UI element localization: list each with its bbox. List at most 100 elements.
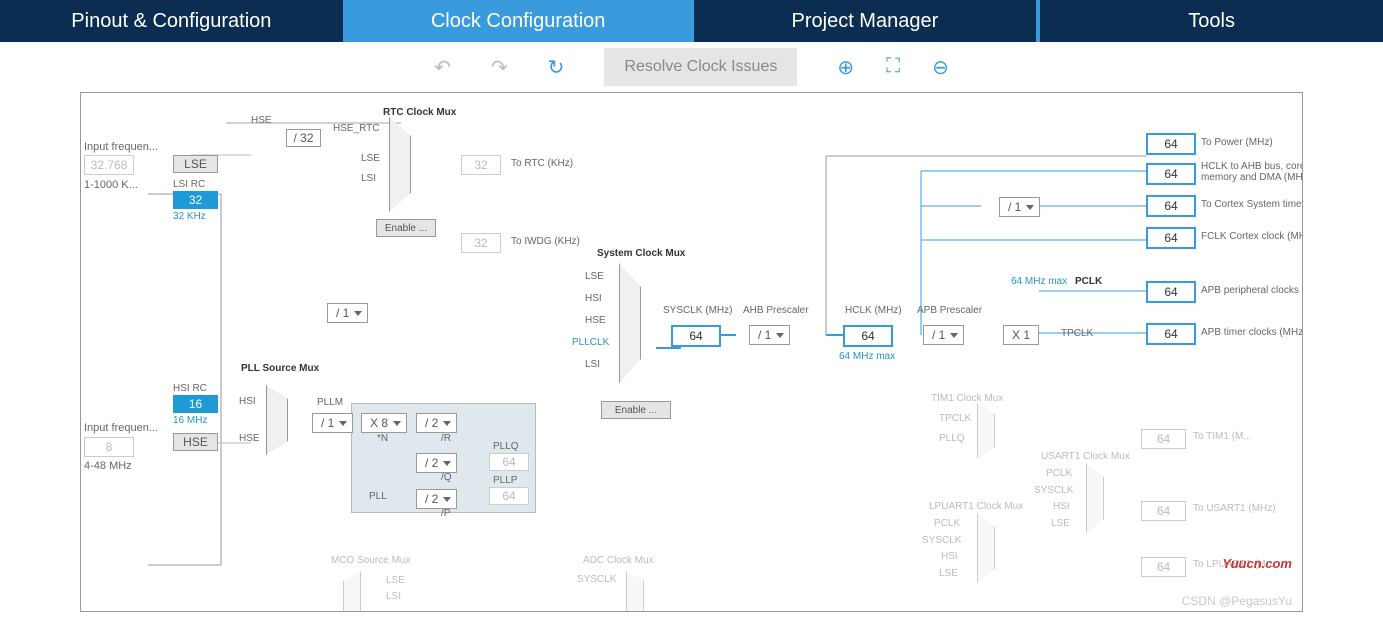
tab-project[interactable]: Project Manager bbox=[690, 0, 1037, 42]
apb-prescaler[interactable]: / 1 bbox=[923, 325, 964, 345]
out-apb-t[interactable]: 64 bbox=[1146, 323, 1196, 345]
pll-source-mux[interactable] bbox=[266, 385, 288, 455]
out-apb-p-lbl: APB peripheral clocks (MHz) bbox=[1201, 285, 1303, 296]
ahb-pre-label: AHB Prescaler bbox=[743, 305, 809, 316]
pllm-div[interactable]: / 1 bbox=[312, 413, 353, 433]
lp-lse: LSE bbox=[939, 568, 958, 579]
pre-sys-div[interactable]: / 1 bbox=[327, 303, 368, 323]
out-cortex[interactable]: 64 bbox=[1146, 195, 1196, 217]
lp-hsi: HSI bbox=[941, 551, 958, 562]
hse-div32: / 32 bbox=[286, 129, 321, 147]
to-rtc-label: To RTC (KHz) bbox=[511, 158, 573, 169]
enable-css-rtc[interactable]: Enable ... bbox=[376, 219, 436, 237]
usart-sysclk: SYSCLK bbox=[1034, 485, 1073, 496]
sys-hsi: HSI bbox=[585, 293, 602, 304]
adc-mux-title: ADC Clock Mux bbox=[583, 555, 654, 566]
enable-css-sys[interactable]: Enable ... bbox=[601, 401, 671, 419]
hsi-mhz: 16 MHz bbox=[173, 415, 207, 426]
hsi-block: 16 bbox=[173, 395, 218, 413]
pll-label: PLL bbox=[369, 491, 387, 502]
hclk-value[interactable]: 64 bbox=[843, 325, 893, 347]
input-freq-label-1: Input frequen... bbox=[84, 141, 158, 153]
to-usart1: To USART1 (MHz) bbox=[1193, 503, 1276, 514]
undo-icon[interactable]: ↶ bbox=[434, 55, 451, 80]
rtc-out: 32 bbox=[461, 155, 501, 175]
out-power-lbl: To Power (MHz) bbox=[1201, 137, 1273, 148]
out-ahb-lbl: HCLK to AHB bus, core, memory and DMA (M… bbox=[1201, 161, 1303, 183]
pll-p-label: /P bbox=[441, 508, 450, 519]
adc-mux bbox=[626, 571, 644, 612]
rtc-lsi-label: LSI bbox=[361, 173, 376, 184]
pllp-label: PLLP bbox=[493, 475, 517, 486]
out-fclk-lbl: FCLK Cortex clock (MHz) bbox=[1201, 231, 1303, 242]
to-iwdg-label: To IWDG (KHz) bbox=[511, 236, 580, 247]
mco-mux-title: MCO Source Mux bbox=[331, 555, 410, 566]
hclk-max: 64 MHz max bbox=[839, 351, 895, 362]
lsi-rc-label: LSI RC bbox=[173, 179, 205, 190]
lsi-khz: 32 KHz bbox=[173, 211, 206, 222]
usart1-out: 64 bbox=[1141, 501, 1186, 521]
watermark-csdn: CSDN @PegasusYu bbox=[1182, 594, 1292, 608]
sys-hse: HSE bbox=[585, 315, 606, 326]
usart-pclk: PCLK bbox=[1046, 468, 1072, 479]
tim1-pllq: PLLQ bbox=[939, 433, 965, 444]
hsi-rc-label: HSI RC bbox=[173, 383, 207, 394]
pllm-label: PLLM bbox=[317, 397, 343, 408]
lpuart1-mux bbox=[977, 513, 995, 583]
pll-n-label: *N bbox=[377, 433, 388, 444]
rtc-lse-label: LSE bbox=[361, 153, 380, 164]
rtc-mux-title: RTC Clock Mux bbox=[383, 107, 456, 118]
tab-pinout[interactable]: Pinout & Configuration bbox=[0, 0, 343, 42]
clock-canvas: Input frequen... 32.768 1-1000 K... Inpu… bbox=[80, 92, 1303, 612]
tim1-mux bbox=[977, 403, 995, 458]
hse-range: 4-48 MHz bbox=[84, 460, 132, 472]
system-clock-mux[interactable] bbox=[619, 263, 641, 383]
out-fclk[interactable]: 64 bbox=[1146, 227, 1196, 249]
pll-q-label: /Q bbox=[441, 472, 452, 483]
lse-freq-input[interactable]: 32.768 bbox=[84, 155, 134, 175]
pll-src-title: PLL Source Mux bbox=[241, 363, 319, 374]
out-ahb[interactable]: 64 bbox=[1146, 163, 1196, 185]
usart1-mux-title: USART1 Clock Mux bbox=[1041, 451, 1130, 462]
to-tim1: To TIM1 (M... bbox=[1193, 431, 1252, 442]
lp-pclk: PCLK bbox=[934, 518, 960, 529]
sysclk-label: SYSCLK (MHz) bbox=[663, 305, 732, 316]
ahb-prescaler[interactable]: / 1 bbox=[749, 325, 790, 345]
resolve-clock-button[interactable]: Resolve Clock Issues bbox=[604, 48, 797, 86]
hse-freq-input[interactable]: 8 bbox=[84, 437, 134, 457]
hse-rtc-label: HSE_RTC bbox=[333, 123, 380, 134]
mco-lse: LSE bbox=[386, 575, 405, 586]
usart1-mux bbox=[1086, 463, 1104, 533]
lpuart1-mux-title: LPUART1 Clock Mux bbox=[929, 501, 1023, 512]
pllp-out: 64 bbox=[489, 487, 529, 505]
out-apb-t-lbl: APB timer clocks (MHz) bbox=[1201, 327, 1303, 338]
tab-clock[interactable]: Clock Configuration bbox=[343, 0, 690, 42]
rtc-mux[interactable] bbox=[389, 117, 411, 212]
hse-block: HSE bbox=[173, 433, 218, 451]
cortex-div[interactable]: / 1 bbox=[999, 197, 1040, 217]
tpclk-label: TPCLK bbox=[1061, 328, 1093, 339]
sys-pllclk: PLLCLK bbox=[572, 337, 609, 348]
pll-r-div[interactable]: / 2 bbox=[416, 413, 457, 433]
watermark-site: Yuucn.com bbox=[1222, 556, 1292, 571]
zoom-in-icon[interactable]: ⊕ bbox=[837, 55, 854, 80]
sysclk-value[interactable]: 64 bbox=[671, 325, 721, 347]
pll-n[interactable]: X 8 bbox=[361, 413, 407, 433]
lsi-block: 32 bbox=[173, 191, 218, 209]
tab-tools[interactable]: Tools bbox=[1036, 0, 1383, 42]
reset-icon[interactable]: ↻ bbox=[548, 55, 565, 80]
usart-hsi: HSI bbox=[1053, 501, 1070, 512]
lse-range: 1-1000 K... bbox=[84, 179, 138, 191]
usart-lse: LSE bbox=[1051, 518, 1070, 529]
tim1-tpclk: TPCLK bbox=[939, 413, 971, 424]
sys-lse: LSE bbox=[585, 271, 604, 282]
pll-p-div[interactable]: / 2 bbox=[416, 489, 457, 509]
input-freq-label-2: Input frequen... bbox=[84, 422, 158, 434]
redo-icon[interactable]: ↷ bbox=[491, 55, 508, 80]
zoom-out-icon[interactable]: ⊖ bbox=[932, 55, 949, 80]
out-apb-p[interactable]: 64 bbox=[1146, 281, 1196, 303]
pll-q-div[interactable]: / 2 bbox=[416, 453, 457, 473]
out-power[interactable]: 64 bbox=[1146, 133, 1196, 155]
hse-wire-label: HSE bbox=[251, 115, 272, 126]
fit-icon[interactable]: ⛶ bbox=[886, 55, 900, 80]
